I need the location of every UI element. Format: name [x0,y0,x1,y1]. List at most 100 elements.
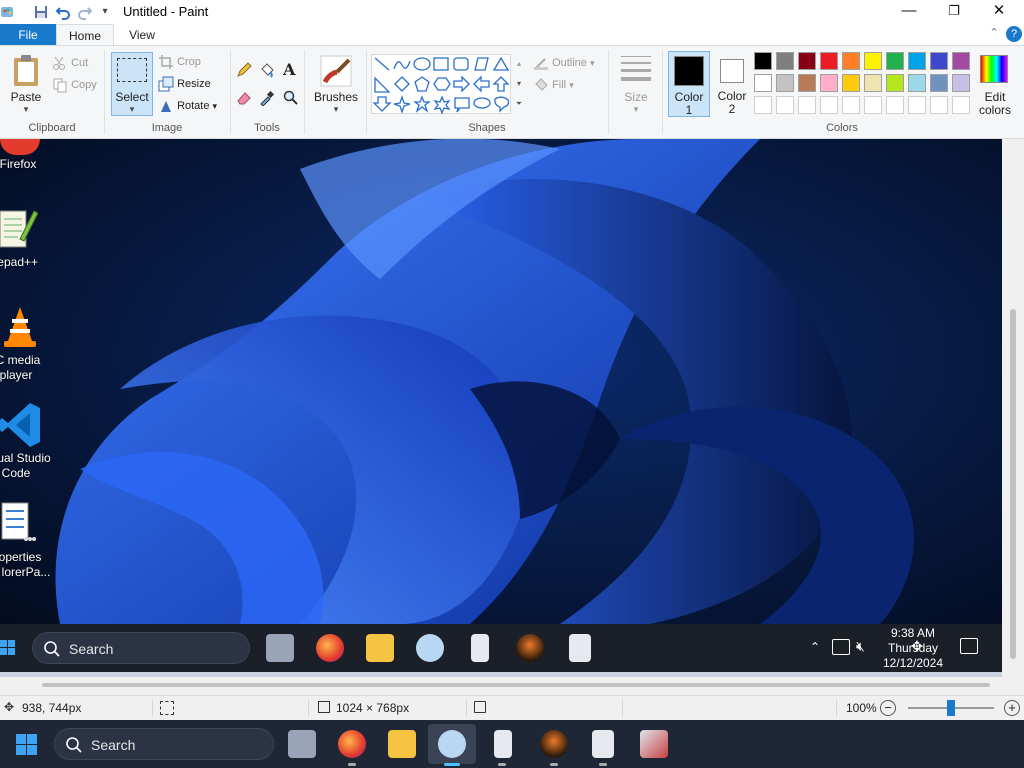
undo-icon[interactable] [55,4,71,20]
properties-explorer-icon[interactable] [0,499,38,547]
palette-swatch[interactable] [842,74,860,92]
palette-swatch[interactable] [754,52,772,70]
zoom-out-button[interactable]: − [880,700,896,716]
captured-firefox-icon[interactable] [316,634,344,662]
copy-button[interactable]: Copy [52,76,97,94]
captured-start-icon[interactable] [0,638,16,658]
captured-app-icon[interactable] [516,634,544,662]
captured-tray-chevron-icon[interactable]: ⌃ [810,640,820,654]
vlc-icon[interactable] [2,305,38,349]
desktop-label-vlc-line2[interactable]: player [0,368,46,383]
palette-swatch[interactable] [930,74,948,92]
captured-paint-icon[interactable] [416,634,444,662]
horizontal-scrollbar[interactable] [0,677,1002,695]
size-button[interactable]: Size ▾ [615,52,657,116]
desktop-label-vscode-line2[interactable]: Code [0,466,46,481]
palette-swatch[interactable] [908,74,926,92]
zoom-slider-thumb[interactable] [947,700,955,716]
save-icon[interactable] [33,4,49,20]
palette-swatch[interactable] [820,52,838,70]
book-taskbar-icon[interactable] [592,730,614,758]
color-picker-icon[interactable] [259,90,275,107]
app-taskbar-icon[interactable] [540,730,568,758]
select-button[interactable]: Select ▾ [111,52,153,116]
help-icon[interactable]: ? [1006,26,1022,42]
desktop-label-notepadpp[interactable]: tepad++ [0,255,46,270]
desktop-label-properties-line1[interactable]: operties [0,550,50,565]
canvas-area[interactable]: Firefox tepad++ C media player ual Studi… [0,139,1024,695]
vscode-icon[interactable] [0,401,42,449]
palette-swatch[interactable] [820,74,838,92]
paint-brush-taskbar-icon[interactable] [640,730,668,758]
palette-empty-swatch[interactable] [798,96,816,114]
horizontal-scroll-thumb[interactable] [42,683,990,687]
palette-swatch[interactable] [864,74,882,92]
palette-swatch[interactable] [886,74,904,92]
resize-button[interactable]: Resize [158,75,211,93]
captured-volume-muted-icon[interactable]: 🔇︎ [856,638,865,655]
magnifier-icon[interactable] [283,90,299,106]
taskbar-search-box[interactable]: Search [54,728,274,760]
palette-empty-swatch[interactable] [952,96,970,114]
pencil-icon[interactable] [236,62,252,78]
vertical-scrollbar[interactable] [1002,139,1024,695]
shapes-expand-icon[interactable]: ⏷ [514,94,524,114]
palette-empty-swatch[interactable] [930,96,948,114]
palette-swatch[interactable] [776,74,794,92]
palette-empty-swatch[interactable] [842,96,860,114]
palette-empty-swatch[interactable] [886,96,904,114]
palette-empty-swatch[interactable] [776,96,794,114]
edit-colors-button[interactable]: Edit colors [975,51,1015,117]
quick-access-dropdown-icon[interactable]: ▾ [97,4,113,20]
paste-button[interactable]: Paste ▾ [6,52,46,116]
cut-button[interactable]: Cut [52,54,88,72]
task-view-icon[interactable] [288,730,316,758]
desktop-label-firefox[interactable]: Firefox [0,157,48,172]
paint-taskbar-icon[interactable] [438,730,466,758]
palette-empty-swatch[interactable] [820,96,838,114]
notepadpp-icon[interactable] [0,207,39,251]
zoom-slider[interactable] [908,700,994,716]
shapes-gallery[interactable] [371,54,511,115]
desktop-label-properties-line2[interactable]: lorerPa... [0,565,56,580]
captured-notepad-icon[interactable] [471,634,489,662]
palette-swatch[interactable] [776,52,794,70]
vertical-scroll-thumb[interactable] [1010,309,1016,659]
tab-home[interactable]: Home [56,24,114,46]
fill-button[interactable]: Fill ▾ [533,76,574,94]
palette-swatch[interactable] [798,74,816,92]
eraser-icon[interactable] [236,90,252,106]
palette-swatch[interactable] [952,74,970,92]
maximize-button[interactable]: ❐ [931,0,977,24]
minimize-button[interactable]: — [886,0,932,24]
file-explorer-icon[interactable] [388,730,416,758]
captured-network-icon[interactable] [832,639,850,655]
start-icon[interactable] [16,734,38,756]
fill-bucket-icon[interactable] [259,62,275,78]
captured-task-view-icon[interactable] [266,634,294,662]
drawing-canvas[interactable]: Firefox tepad++ C media player ual Studi… [0,139,1002,672]
palette-empty-swatch[interactable] [754,96,772,114]
redo-icon[interactable] [77,4,93,20]
shapes-scroll-down-icon[interactable]: ▾ [514,74,524,94]
firefox-taskbar-icon[interactable] [338,730,366,758]
shapes-scroll-up-icon[interactable]: ▴ [514,54,524,74]
color2-button[interactable]: Color 2 [712,51,752,117]
captured-book-icon[interactable] [569,634,591,662]
palette-swatch[interactable] [886,52,904,70]
palette-swatch[interactable] [908,52,926,70]
palette-swatch[interactable] [864,52,882,70]
captured-search-box[interactable]: Search [32,632,250,664]
outline-button[interactable]: Outline ▾ [533,54,595,72]
palette-swatch[interactable] [842,52,860,70]
color1-button[interactable]: Color 1 [668,51,710,117]
crop-button[interactable]: Crop [158,53,201,71]
palette-empty-swatch[interactable] [908,96,926,114]
desktop-label-vscode-line1[interactable]: ual Studio [0,451,54,466]
palette-swatch[interactable] [798,52,816,70]
palette-swatch[interactable] [952,52,970,70]
brushes-button[interactable]: Brushes ▾ [311,52,361,116]
captured-notifications-icon[interactable] [960,638,978,654]
tab-file[interactable]: File [0,24,56,46]
palette-empty-swatch[interactable] [864,96,882,114]
